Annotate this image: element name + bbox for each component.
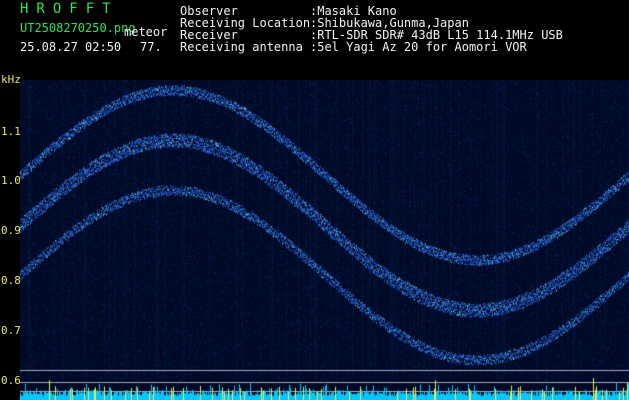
antenna-label: Receiving antenna (180, 41, 303, 53)
y-tick: 1.0 (1, 175, 21, 186)
antenna-value: :5el Yagi Az 20 for Aomori VOR (310, 41, 527, 53)
mode-label: meteor (124, 26, 167, 38)
hrofft-window: HROFFT UT2508270250.png meteor 25.08.27 … (0, 0, 629, 400)
spectrogram-plot (20, 80, 629, 400)
date-time: 25.08.27 02:50 (20, 41, 121, 53)
app-title: HROFFT (20, 2, 119, 16)
level-value: 77. (140, 41, 162, 53)
y-tick: 1.1 (1, 126, 21, 137)
y-tick: 0.7 (1, 325, 21, 336)
y-tick: 0.9 (1, 225, 21, 236)
y-tick: 0.8 (1, 275, 21, 286)
y-unit-label: kHz (1, 74, 21, 85)
file-name: UT2508270250.png (20, 22, 136, 34)
spectrogram-canvas (20, 80, 629, 400)
y-tick: 0.6 (1, 375, 21, 386)
